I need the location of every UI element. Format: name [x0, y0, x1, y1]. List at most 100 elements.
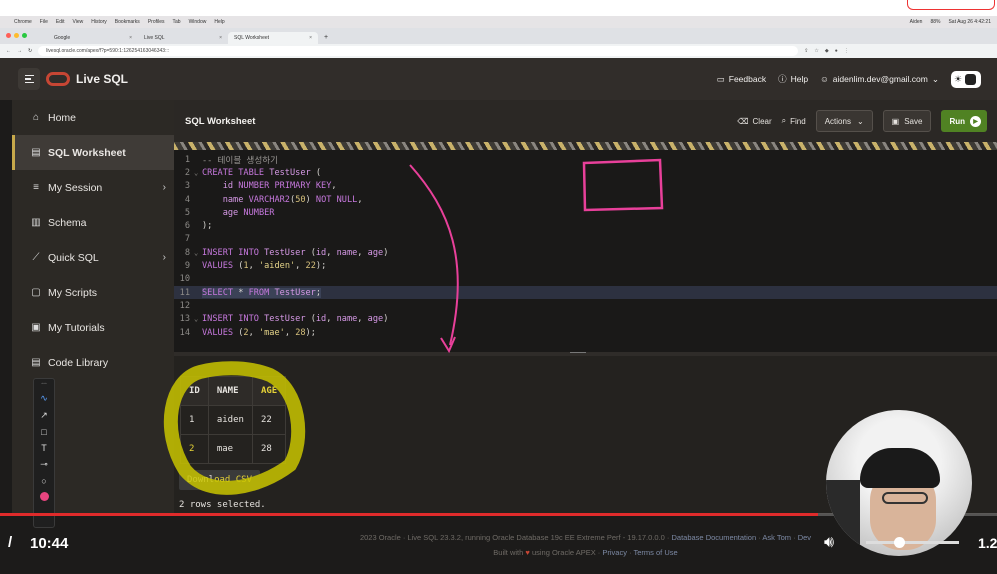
sql-editor[interactable]: 1 -- 테이블 생성하기 2 ⌄ CREATE TABLE TestUser ( 3…: [174, 150, 997, 352]
drawing-toolbar: ◦◦◦ ∿ ↗ □ T ⊸ ○: [33, 378, 55, 528]
url-field[interactable]: livesql.oracle.com/apex/f?p=590:1:126254…: [38, 46, 799, 56]
column-header: NAME: [207, 376, 253, 406]
browser-tabstrip: Google × Live SQL × SQL Worksheet × +: [0, 28, 997, 44]
rectangle-icon[interactable]: □: [41, 427, 46, 437]
tab-sql-worksheet[interactable]: SQL Worksheet ×: [228, 32, 318, 44]
grip-icon[interactable]: ◦◦◦: [41, 381, 46, 387]
sidebar-item-my-tutorials[interactable]: ▣ My Tutorials: [12, 310, 174, 345]
menu-item-tab[interactable]: Tab: [173, 19, 181, 25]
menu-item-chrome[interactable]: Chrome: [14, 19, 32, 25]
table-cell: 2: [180, 434, 209, 464]
run-button[interactable]: Run ▶: [941, 110, 987, 132]
table-cell: mae: [207, 434, 253, 464]
download-csv-button[interactable]: Downl oad CSV: [179, 470, 261, 490]
save-button[interactable]: ▣ Save: [882, 110, 932, 132]
menu-item-edit[interactable]: Edit: [56, 19, 65, 25]
tab-live-sql[interactable]: Live SQL ×: [138, 32, 228, 44]
hamburger-menu-button[interactable]: [18, 68, 40, 90]
find-button[interactable]: ⌕ Find: [782, 116, 806, 126]
chevron-down-icon: ⌄: [856, 116, 864, 126]
sidebar-item-my-session[interactable]: ≡ My Session ›: [12, 170, 174, 205]
extension-icon[interactable]: ◆: [825, 48, 829, 54]
record-icon[interactable]: [39, 492, 49, 501]
database-icon: ▥: [31, 217, 41, 228]
user-status[interactable]: Aiden: [910, 19, 923, 25]
rows-selected-status: 2 rows selected.: [179, 500, 266, 510]
fold-icon[interactable]: ⌄: [194, 315, 202, 323]
actions-menu-button[interactable]: Actions ⌄: [815, 110, 873, 132]
table-cell: 1: [180, 405, 209, 435]
results-table: ID NAME AGE 1 aiden 22 2 mae 28: [180, 376, 287, 464]
menu-dots-icon[interactable]: ⋮: [844, 48, 849, 54]
help-button[interactable]: ⓘ Help: [778, 73, 808, 85]
table-cell: aiden: [207, 405, 253, 435]
worksheet-icon: ▤: [31, 147, 41, 158]
user-menu[interactable]: ☺ aidenlim.dev@gmail.com ⌄: [820, 74, 939, 85]
window-controls[interactable]: [6, 33, 27, 38]
volume-slider[interactable]: [866, 537, 959, 548]
menu-item-file[interactable]: File: [40, 19, 48, 25]
menu-item-profiles[interactable]: Profiles: [148, 19, 165, 25]
feedback-button[interactable]: ▭ Feedback: [717, 74, 766, 85]
code-line: 5 age NUMBER: [184, 207, 275, 218]
table-header-row: ID NAME AGE: [180, 376, 287, 406]
connector-icon[interactable]: ⊸: [40, 459, 48, 470]
code-line: 4 name VARCHAR2(50) NOT NULL,: [184, 194, 363, 205]
menu-item-view[interactable]: View: [72, 19, 83, 25]
video-controls: / 10:44 🔊︎ 1.2: [0, 528, 997, 558]
sidebar-item-schema[interactable]: ▥ Schema: [12, 205, 174, 240]
circle-icon[interactable]: ○: [41, 476, 46, 486]
save-icon: ▣: [891, 116, 900, 126]
sidebar-item-my-scripts[interactable]: ▢ My Scripts: [12, 275, 174, 310]
arrow-icon[interactable]: ↗: [40, 410, 48, 421]
decorative-pattern-strip: [174, 142, 997, 150]
pen-icon[interactable]: ∿: [40, 393, 48, 404]
code-line: 1 -- 테이블 생성하기: [184, 154, 279, 166]
close-icon[interactable]: ×: [219, 35, 222, 41]
battery-status[interactable]: 88%: [930, 19, 940, 25]
bookmark-star-icon[interactable]: ☆: [814, 48, 818, 54]
top-strip: [0, 0, 997, 16]
mac-menu-bar: Chrome File Edit View History Bookmarks …: [0, 16, 997, 28]
fold-icon[interactable]: ⌄: [194, 249, 202, 257]
chevron-down-icon: ⌄: [931, 73, 939, 84]
close-icon[interactable]: ×: [309, 35, 312, 41]
new-tab-button[interactable]: +: [318, 31, 334, 44]
clear-button[interactable]: ⌫ Clear: [737, 117, 771, 126]
share-icon[interactable]: ⇪: [804, 48, 808, 54]
user-icon: ☺: [820, 74, 829, 84]
sidebar-item-home[interactable]: ⌂ Home: [12, 100, 174, 135]
close-icon[interactable]: ×: [129, 35, 132, 41]
volume-knob[interactable]: [893, 537, 905, 548]
speaker-icon[interactable]: 🔊︎: [824, 534, 834, 552]
sidebar-item-quick-sql[interactable]: ⟋ Quick SQL ›: [12, 240, 174, 275]
text-icon[interactable]: T: [41, 443, 47, 453]
code-line: 10: [179, 274, 190, 285]
menu-item-bookmarks[interactable]: Bookmarks: [115, 19, 140, 25]
theme-toggle[interactable]: ☀: [951, 70, 981, 88]
chevron-right-icon: ›: [162, 252, 166, 263]
sun-icon: ☀: [954, 73, 963, 84]
back-icon[interactable]: ←: [6, 48, 11, 54]
extension-icon[interactable]: ●: [835, 48, 838, 54]
menu-item-history[interactable]: History: [91, 19, 107, 25]
oracle-logo: [46, 72, 70, 86]
forward-icon[interactable]: →: [17, 48, 22, 54]
sidebar-item-code-library[interactable]: ▤ Code Library: [12, 345, 174, 380]
sidebar-item-sql-worksheet[interactable]: ▤ SQL Worksheet: [12, 135, 174, 170]
recording-pill: [907, 0, 995, 10]
tab-google[interactable]: Google ×: [48, 32, 138, 44]
screen: Chrome File Edit View History Bookmarks …: [0, 0, 997, 574]
address-bar-row: ← → ↻ livesql.oracle.com/apex/f?p=590:1:…: [0, 44, 997, 58]
reload-icon[interactable]: ↻: [28, 48, 32, 54]
menu-item-help[interactable]: Help: [214, 19, 224, 25]
clock[interactable]: Sat Aug 26 4:42:21: [948, 19, 991, 25]
video-time: 10:44: [30, 535, 69, 552]
playback-speed[interactable]: 1.2: [978, 535, 997, 551]
find-icon: ⌕: [781, 116, 787, 125]
menu-item-window[interactable]: Window: [189, 19, 207, 25]
fold-icon[interactable]: ⌄: [194, 169, 202, 177]
worksheet-toolbar: SQL Worksheet ⌫ Clear ⌕ Find Actions ⌄ ▣ Sav…: [174, 100, 997, 142]
library-icon: ▤: [31, 357, 41, 368]
table-row: 1 aiden 22: [180, 405, 287, 435]
